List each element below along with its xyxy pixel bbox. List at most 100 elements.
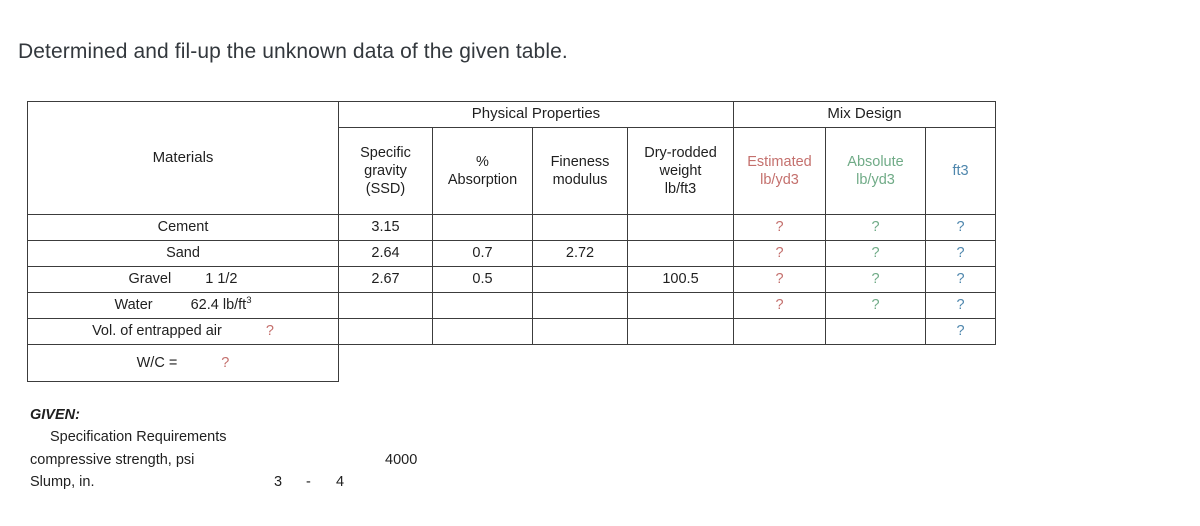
material-unit-weight-sup: 3 [246,295,252,307]
table-row-wc: W/C = ? [27,344,996,382]
table-row: Cement 3.15 ? ? ? [27,214,996,241]
cell-fineness-modulus: 2.72 [532,240,628,267]
material-name: Gravel [128,271,172,288]
header-fineness-modulus: Fineness modulus [532,127,628,215]
cell-ft3: ? [925,318,996,345]
cell-absorption [432,214,533,241]
material-name: Cement [157,219,209,236]
header-absolute: Absolute lb/yd3 [825,127,926,215]
header-mix-design: Mix Design [733,101,996,128]
cell-dry-rodded-weight [627,214,734,241]
material-name: Vol. of entrapped air [92,323,222,340]
cell-estimated: ? [733,266,826,293]
material-unit-weight: 62.4 lb/ft3 [191,296,252,314]
spacer-cell [734,345,826,382]
header-specific-gravity-line1: Specific [360,144,411,161]
cell-absolute [825,318,926,345]
cell-estimated: ? [733,214,826,241]
cell-wc: W/C = ? [27,344,339,382]
spacer-cell [433,345,533,382]
given-section: GIVEN: Specification Requirements compre… [30,404,417,494]
cell-absorption [432,318,533,345]
cell-fineness-modulus [532,266,628,293]
cell-specific-gravity [338,292,433,319]
page-title: Determined and fil-up the unknown data o… [18,40,568,63]
header-dry-rodded-line2: weight [659,162,702,179]
cell-absorption [432,292,533,319]
cell-material: Cement [27,214,339,241]
table-row: Sand 2.64 0.7 2.72 ? ? ? [27,240,996,267]
cell-estimated: ? [733,292,826,319]
header-estimated-line1: Estimated [747,153,812,170]
header-physical-properties: Physical Properties [338,101,734,128]
given-title: GIVEN: [30,407,80,423]
cell-ft3: ? [925,214,996,241]
header-fineness-line2: modulus [552,172,608,188]
wc-unknown-value: ? [221,354,230,371]
material-name: Sand [166,245,200,262]
cell-absolute: ? [825,292,926,319]
header-specific-gravity-line2: gravity [364,162,407,179]
spacer-cell [339,345,433,382]
material-unknown-value: ? [265,323,274,340]
cell-material: Sand [27,240,339,267]
header-specific-gravity: Specific gravity (SSD) [338,127,433,215]
cell-fineness-modulus [532,292,628,319]
header-estimated-line2: lb/yd3 [760,172,799,188]
cell-material: Gravel 1 1/2 [27,266,339,293]
header-specific-gravity-line3: (SSD) [365,181,406,198]
cell-dry-rodded-weight [627,318,734,345]
table-group-header-row: Materials Physical Properties Mix Design [27,101,996,215]
header-fineness-line1: Fineness [550,153,610,170]
header-dry-rodded-line3: lb/ft3 [664,181,697,198]
given-compressive-value: 4000 [385,451,418,468]
header-ft3: ft3 [925,127,996,215]
cell-estimated: ? [733,240,826,267]
cell-estimated [733,318,826,345]
cell-absolute: ? [825,266,926,293]
cell-material: Water 62.4 lb/ft3 [27,292,339,319]
given-slump-label: Slump, in. [30,474,95,491]
cell-material: Vol. of entrapped air ? [27,318,339,345]
cell-specific-gravity: 2.64 [338,240,433,267]
spacer-cell [826,345,926,382]
given-spec-requirements: Specification Requirements [50,429,227,446]
header-absolute-line2: lb/yd3 [856,172,895,188]
cell-fineness-modulus [532,318,628,345]
cell-fineness-modulus [532,214,628,241]
header-absorption-line1: % [476,153,489,170]
table-row: Gravel 1 1/2 2.67 0.5 100.5 ? ? ? [27,266,996,293]
cell-dry-rodded-weight [627,240,734,267]
material-unit-weight-text: 62.4 lb/ft [190,297,247,314]
cell-specific-gravity [338,318,433,345]
cell-ft3: ? [925,240,996,267]
given-compressive-label: compressive strength, psi [30,451,195,468]
header-estimated: Estimated lb/yd3 [733,127,826,215]
header-absolute-line1: Absolute [847,153,904,170]
given-slump-max: 4 [336,474,345,491]
cell-specific-gravity: 3.15 [338,214,433,241]
cell-absolute: ? [825,214,926,241]
mix-design-table: Materials Physical Properties Mix Design… [27,101,996,382]
given-slump-row: Slump, in. 3 - 4 [30,471,344,493]
material-name: Water [114,297,153,314]
header-dry-rodded-weight: Dry-rodded weight lb/ft3 [627,127,734,215]
cell-ft3: ? [925,292,996,319]
cell-absorption: 0.7 [432,240,533,267]
given-slump-dash: - [306,474,311,491]
header-absorption-line2: Absorption [447,172,518,188]
cell-specific-gravity: 2.67 [338,266,433,293]
cell-absorption: 0.5 [432,266,533,293]
spacer-cell [926,345,996,382]
cell-absolute: ? [825,240,926,267]
cell-dry-rodded-weight: 100.5 [627,266,734,293]
header-dry-rodded-line1: Dry-rodded [644,144,717,161]
table-row: Vol. of entrapped air ? ? [27,318,996,345]
table-row: Water 62.4 lb/ft3 ? ? ? [27,292,996,319]
cell-ft3: ? [925,266,996,293]
material-size: 1 1/2 [205,271,238,288]
cell-dry-rodded-weight [627,292,734,319]
spacer-cell [533,345,628,382]
given-compressive-strength-row: compressive strength, psi 4000 [30,449,417,471]
wc-label: W/C = [136,354,178,371]
